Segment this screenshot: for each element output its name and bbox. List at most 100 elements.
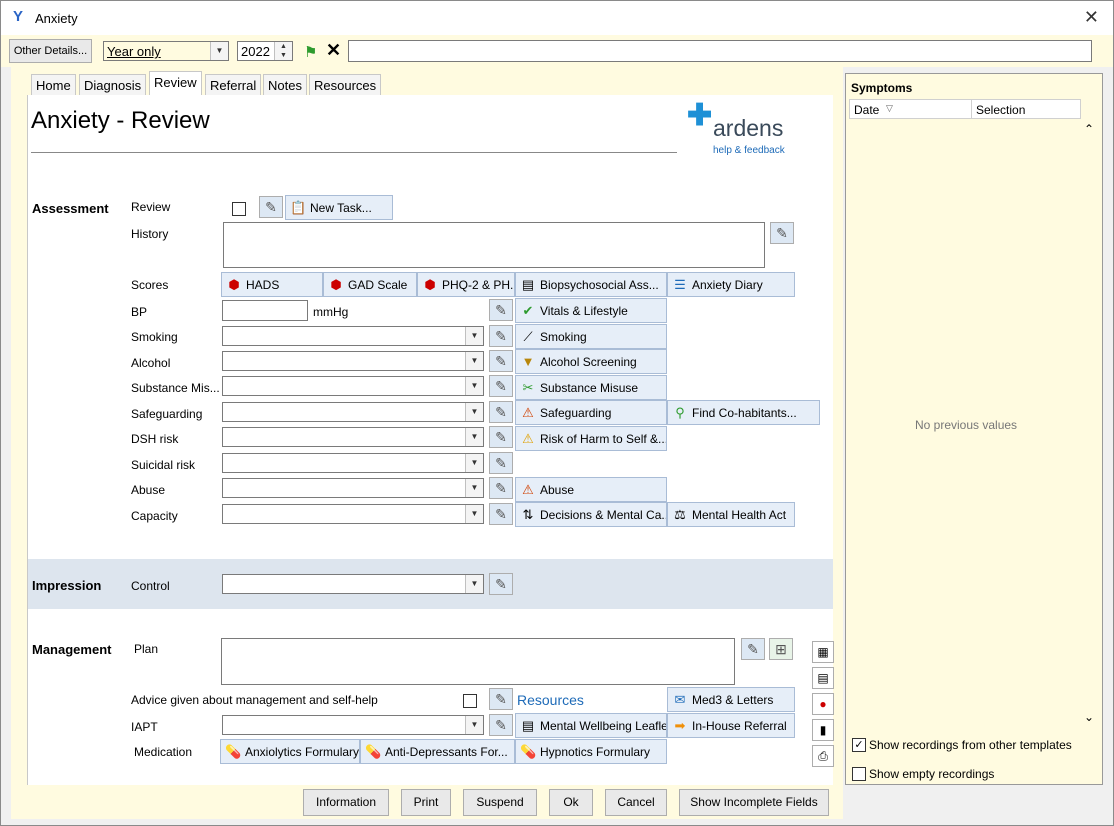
hypnotics-formulary-button[interactable]: 💊 Hypnotics Formulary [515, 739, 667, 764]
pencil-icon[interactable]: ✎ [489, 299, 513, 321]
filter-icon[interactable]: ▽ [886, 103, 893, 114]
smoking-button[interactable]: ⟋ Smoking [515, 324, 667, 349]
show-incomplete-button[interactable]: Show Incomplete Fields [679, 789, 829, 816]
scroll-up-icon[interactable]: ⌃ [1084, 122, 1094, 136]
printer-icon[interactable]: ⎙ [812, 745, 834, 767]
safeguarding-select[interactable]: ▼ [222, 402, 484, 422]
print-button[interactable]: Print [401, 789, 451, 816]
plan-field[interactable] [221, 638, 735, 685]
close-icon[interactable]: ✕ [1084, 7, 1099, 28]
risk-harm-button[interactable]: ⚠ Risk of Harm to Self &... [515, 426, 667, 451]
bp-field[interactable] [222, 300, 308, 321]
new-task-button[interactable]: 📋 New Task... [285, 195, 393, 220]
dsh-select[interactable]: ▼ [222, 427, 484, 447]
pencil-icon[interactable]: ✎ [489, 350, 513, 372]
pencil-icon[interactable]: ✎ [489, 426, 513, 448]
bottle-icon[interactable]: ▮ [812, 719, 834, 741]
chevron-down-icon[interactable]: ▼ [465, 327, 483, 345]
chevron-down-icon[interactable]: ▼ [465, 575, 483, 593]
pencil-icon[interactable]: ✎ [489, 688, 513, 710]
tab-diagnosis[interactable]: Diagnosis [79, 74, 147, 96]
history-field[interactable] [223, 222, 765, 268]
control-select[interactable]: ▼ [222, 574, 484, 594]
information-button[interactable]: Information [303, 789, 389, 816]
pencil-icon[interactable]: ✎ [489, 477, 513, 499]
tab-notes[interactable]: Notes [263, 74, 307, 96]
pencil-icon[interactable]: ✎ [741, 638, 765, 660]
flag-icon[interactable]: ⚑ [304, 43, 317, 61]
pencil-icon[interactable]: ✎ [489, 401, 513, 423]
pencil-icon[interactable]: ✎ [770, 222, 794, 244]
substance-select[interactable]: ▼ [222, 376, 484, 396]
smoking-select[interactable]: ▼ [222, 326, 484, 346]
chevron-down-icon[interactable]: ▼ [465, 716, 483, 734]
phq-button[interactable]: ⬢ PHQ-2 & PH... [417, 272, 515, 297]
chevron-down-icon[interactable]: ▼ [465, 377, 483, 395]
chevron-down-icon[interactable]: ▼ [465, 403, 483, 421]
med3-letters-button[interactable]: ✉ Med3 & Letters [667, 687, 795, 712]
chevron-down-icon[interactable]: ▼ [465, 454, 483, 472]
tab-resources[interactable]: Resources [309, 74, 382, 96]
alcohol-select[interactable]: ▼ [222, 351, 484, 371]
mental-health-act-button[interactable]: ⚖ Mental Health Act [667, 502, 795, 527]
date-column-header[interactable]: Date [854, 103, 879, 117]
in-house-referral-button[interactable]: ➡ In-House Referral [667, 713, 795, 738]
chevron-down-icon[interactable]: ▼ [465, 428, 483, 446]
decisions-capacity-button[interactable]: ⇅ Decisions & Mental Ca... [515, 502, 667, 527]
task-icon[interactable]: ▤ [812, 667, 834, 689]
chevron-down-icon[interactable]: ▼ [210, 42, 228, 60]
resources-link[interactable]: Resources [517, 692, 584, 708]
chevron-down-icon[interactable]: ▼ [465, 352, 483, 370]
other-details-button[interactable]: Other Details... [9, 39, 92, 63]
period-select[interactable]: Year only ▼ [103, 41, 229, 61]
advice-checkbox[interactable] [463, 694, 477, 708]
show-empty-checkbox[interactable] [852, 767, 866, 781]
abuse-select[interactable]: ▼ [222, 478, 484, 498]
safeguarding-button[interactable]: ⚠ Safeguarding [515, 400, 667, 425]
chevron-down-icon[interactable]: ▼ [465, 505, 483, 523]
pencil-icon[interactable]: ✎ [489, 375, 513, 397]
vitals-lifestyle-button[interactable]: ✔ Vitals & Lifestyle [515, 298, 667, 323]
help-feedback-link[interactable]: help & feedback [713, 145, 785, 156]
cancel-button[interactable]: Cancel [605, 789, 667, 816]
antidepressants-formulary-button[interactable]: 💊 Anti-Depressants For... [360, 739, 515, 764]
ardens-logo[interactable]: ✚ ardens help & feedback [687, 101, 807, 161]
pencil-icon[interactable]: ✎ [489, 573, 513, 595]
spin-icon[interactable]: ▲ ▼ [274, 42, 292, 60]
calendar-icon[interactable]: ▦ [812, 641, 834, 663]
add-icon[interactable]: ⊞ [769, 638, 793, 660]
biopsychosocial-button[interactable]: ▤ Biopsychosocial Ass... [515, 272, 667, 297]
anxiolytics-formulary-button[interactable]: 💊 Anxiolytics Formulary [220, 739, 360, 764]
suicidal-select[interactable]: ▼ [222, 453, 484, 473]
show-other-checkbox[interactable]: ✓ [852, 738, 866, 752]
year-stepper[interactable]: 2022 ▲ ▼ [237, 41, 293, 61]
hads-button[interactable]: ⬢ HADS [221, 272, 323, 297]
alcohol-screening-button[interactable]: ▼ Alcohol Screening [515, 349, 667, 374]
anxiety-diary-button[interactable]: ☰ Anxiety Diary [667, 272, 795, 297]
pencil-icon[interactable]: ✎ [489, 714, 513, 736]
gad-scale-button[interactable]: ⬢ GAD Scale [323, 272, 417, 297]
mental-wellbeing-leaflet-button[interactable]: ▤ Mental Wellbeing Leaflet [515, 713, 667, 738]
substance-misuse-button[interactable]: ✂ Substance Misuse [515, 375, 667, 400]
review-checkbox[interactable] [232, 202, 246, 216]
capacity-select[interactable]: ▼ [222, 504, 484, 524]
selection-column-header[interactable]: Selection [976, 103, 1025, 117]
pencil-icon[interactable]: ✎ [259, 196, 283, 218]
column-divider[interactable] [971, 100, 972, 118]
tab-referral[interactable]: Referral [205, 74, 262, 96]
scroll-down-icon[interactable]: ⌄ [1084, 710, 1094, 724]
tab-home[interactable]: Home [31, 74, 76, 96]
iapt-select[interactable]: ▼ [222, 715, 484, 735]
pencil-icon[interactable]: ✎ [489, 325, 513, 347]
ok-button[interactable]: Ok [549, 789, 593, 816]
pill-icon[interactable]: ● [812, 693, 834, 715]
tab-review[interactable]: Review [149, 71, 202, 96]
pencil-icon[interactable]: ✎ [489, 503, 513, 525]
find-cohabitants-button[interactable]: ⚲ Find Co-habitants... [667, 400, 820, 425]
chevron-down-icon[interactable]: ▼ [465, 479, 483, 497]
toolbar-text-field[interactable] [348, 40, 1092, 62]
suspend-button[interactable]: Suspend [463, 789, 537, 816]
pencil-icon[interactable]: ✎ [489, 452, 513, 474]
clear-icon[interactable]: ✕ [326, 40, 341, 61]
abuse-button[interactable]: ⚠ Abuse [515, 477, 667, 502]
